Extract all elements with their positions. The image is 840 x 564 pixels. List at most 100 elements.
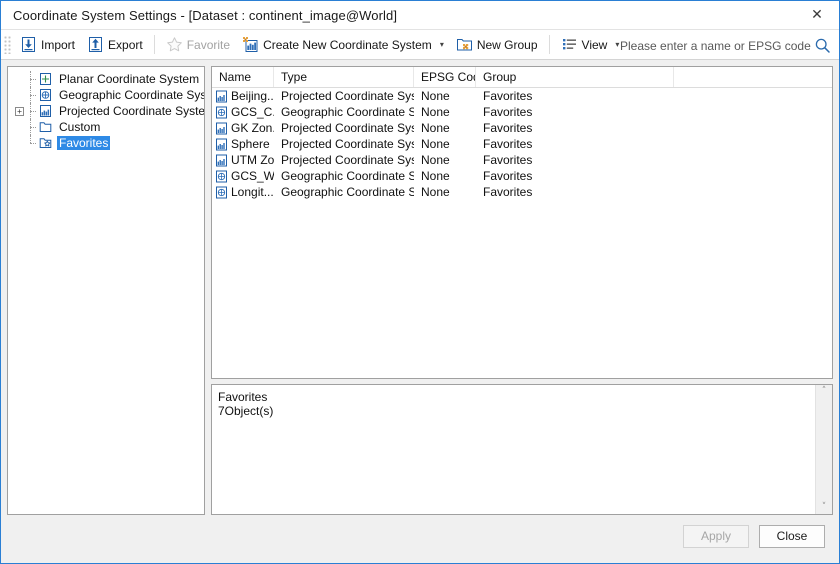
cell-name: GCS_C... [212, 105, 274, 119]
tree-expander-placeholder [14, 90, 25, 101]
table-header: Name Type EPSG Code Group [212, 67, 832, 88]
tree-elbow [25, 103, 37, 119]
export-icon [87, 36, 104, 53]
search-box[interactable] [620, 30, 831, 61]
cell-epsg: None [414, 169, 476, 183]
new-group-label: New Group [477, 38, 538, 52]
column-header-type[interactable]: Type [274, 67, 414, 87]
table-row[interactable]: Beijing... Projected Coordinate Syst... … [212, 88, 832, 104]
tree-item-projected-coordinate-system[interactable]: + Projected Coordinate System [8, 103, 204, 119]
cell-name-text: Sphere ... [231, 137, 274, 151]
details-scrollbar[interactable]: ˄ ˅ [815, 385, 832, 514]
cell-epsg: None [414, 185, 476, 199]
window-title: Coordinate System Settings - [Dataset : … [13, 8, 397, 23]
cell-group: Favorites [476, 89, 674, 103]
cell-group: Favorites [476, 121, 674, 135]
favorites-folder-icon [38, 136, 53, 150]
dialog-content: Planar Coordinate System Geographic Coor… [1, 60, 839, 515]
tree-elbow [25, 135, 37, 151]
cell-name: UTM Zo... [212, 153, 274, 167]
details-panel: Favorites7Object(s) ˄ ˅ [211, 384, 833, 515]
view-list-icon [561, 36, 578, 53]
folder-icon [38, 120, 53, 134]
new-group-button[interactable]: New Group [450, 32, 544, 57]
projected-coordinate-system-icon [215, 154, 228, 167]
table-body: Beijing... Projected Coordinate Syst... … [212, 88, 832, 378]
geographic-coordinate-system-icon [215, 170, 228, 183]
create-new-coordinate-system-label: Create New Coordinate System [263, 38, 432, 52]
view-label: View [582, 38, 608, 52]
tree-item-label: Custom [57, 120, 102, 134]
close-window-button[interactable]: ✕ [795, 1, 839, 28]
column-header-filler [674, 67, 832, 87]
import-button[interactable]: Import [14, 32, 81, 57]
toolbar-grip[interactable] [4, 36, 12, 54]
coordinate-system-list[interactable]: Name Type EPSG Code Group Beijing... [211, 66, 833, 379]
new-group-folder-icon [456, 36, 473, 53]
column-header-epsg-code[interactable]: EPSG Code [414, 67, 476, 87]
toolbar-separator-1 [154, 35, 155, 54]
coordinate-system-settings-dialog: Coordinate System Settings - [Dataset : … [0, 0, 840, 564]
tree-expander-projected[interactable]: + [14, 106, 25, 117]
tree-expander-placeholder [14, 74, 25, 85]
cell-type: Projected Coordinate Syst... [274, 121, 414, 135]
export-button[interactable]: Export [81, 32, 149, 57]
cell-name-text: Beijing... [231, 89, 274, 103]
right-pane: Name Type EPSG Code Group Beijing... [211, 66, 833, 515]
table-row[interactable]: GCS_C... Geographic Coordinate S... None… [212, 104, 832, 120]
export-label: Export [108, 38, 143, 52]
projected-coordinate-system-icon [215, 122, 228, 135]
cell-group: Favorites [476, 153, 674, 167]
view-button[interactable]: View ▾ [555, 32, 626, 57]
dialog-footer: Apply Close [1, 515, 839, 563]
tree-item-label: Projected Coordinate System [57, 104, 205, 118]
tree-item-favorites[interactable]: Favorites [8, 135, 204, 151]
table-row[interactable]: GK Zon... Projected Coordinate Syst... N… [212, 120, 832, 136]
cell-name: Beijing... [212, 89, 274, 103]
table-row[interactable]: GCS_W... Geographic Coordinate S... None… [212, 168, 832, 184]
table-row[interactable]: Longit... Geographic Coordinate S... Non… [212, 184, 832, 200]
tree-expander-placeholder [14, 122, 25, 133]
tree-expander-placeholder [14, 138, 25, 149]
projected-coordinate-system-icon [215, 90, 228, 103]
table-row[interactable]: UTM Zo... Projected Coordinate Syst... N… [212, 152, 832, 168]
close-button[interactable]: Close [759, 525, 825, 548]
tree-elbow [25, 119, 37, 135]
scroll-down-arrow-icon[interactable]: ˅ [822, 503, 827, 512]
search-icon[interactable] [814, 37, 831, 54]
projected-coordinate-system-icon [215, 138, 228, 151]
projected-coordinate-system-icon [38, 104, 53, 118]
cell-name-text: UTM Zo... [231, 153, 274, 167]
search-input[interactable] [620, 39, 812, 53]
tree-item-label: Geographic Coordinate System [57, 88, 205, 102]
cell-name: GCS_W... [212, 169, 274, 183]
cell-group: Favorites [476, 185, 674, 199]
cell-type: Geographic Coordinate S... [274, 185, 414, 199]
table-row[interactable]: Sphere ... Projected Coordinate Syst... … [212, 136, 832, 152]
cell-name-text: GCS_W... [231, 169, 274, 183]
cell-name: Sphere ... [212, 137, 274, 151]
column-header-group[interactable]: Group [476, 67, 674, 87]
planar-coordinate-system-icon [38, 72, 53, 86]
toolbar: Import Export Favorite [1, 29, 839, 60]
tree-item-label: Favorites [57, 136, 110, 150]
coordinate-system-tree[interactable]: Planar Coordinate System Geographic Coor… [7, 66, 205, 515]
cell-epsg: None [414, 105, 476, 119]
tree-item-geographic-coordinate-system[interactable]: Geographic Coordinate System [8, 87, 204, 103]
tree-item-custom[interactable]: Custom [8, 119, 204, 135]
toolbar-separator-2 [549, 35, 550, 54]
cell-type: Geographic Coordinate S... [274, 169, 414, 183]
cell-epsg: None [414, 153, 476, 167]
tree-item-planar-coordinate-system[interactable]: Planar Coordinate System [8, 71, 204, 87]
apply-button[interactable]: Apply [683, 525, 749, 548]
cell-group: Favorites [476, 105, 674, 119]
details-text: Favorites7Object(s) [212, 385, 815, 514]
scroll-up-arrow-icon[interactable]: ˄ [822, 387, 827, 396]
column-header-name[interactable]: Name [212, 67, 274, 87]
cell-name: Longit... [212, 185, 274, 199]
favorite-button[interactable]: Favorite [160, 32, 236, 57]
chevron-down-icon: ▾ [615, 41, 619, 49]
cell-name-text: GK Zon... [231, 121, 274, 135]
create-new-coordinate-system-button[interactable]: Create New Coordinate System ▾ [236, 32, 450, 57]
cell-type: Projected Coordinate Syst... [274, 89, 414, 103]
